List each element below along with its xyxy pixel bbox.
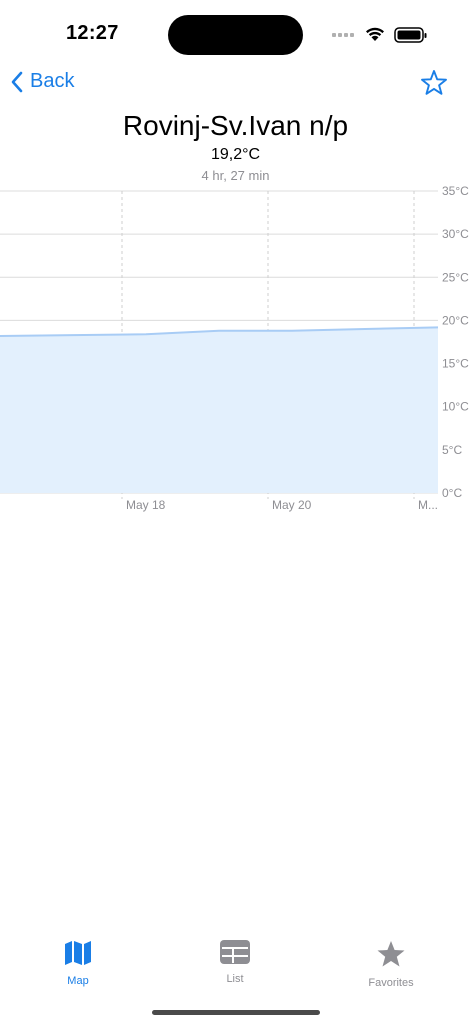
tab-map[interactable]: Map [28, 940, 128, 987]
y-tick-label: 10°C [442, 400, 469, 414]
map-icon [65, 941, 91, 965]
back-label: Back [30, 70, 75, 92]
y-tick-label: 0°C [442, 486, 462, 500]
tab-favorites-label: Favorites [368, 977, 414, 989]
chart-area-fill [0, 327, 438, 493]
y-tick-label: 5°C [442, 443, 462, 457]
list-icon [220, 940, 250, 964]
x-tick-label: M... [418, 498, 438, 512]
status-icons [332, 24, 432, 46]
back-button[interactable]: Back [10, 70, 74, 93]
x-tick-label: May 18 [126, 498, 166, 512]
tab-list-label: List [226, 973, 244, 985]
status-time: 12:27 [66, 22, 119, 44]
dynamic-island [168, 15, 303, 55]
station-title: Rovinj-Sv.Ivan n/p [122, 110, 349, 141]
tab-favorites[interactable]: Favorites [341, 940, 441, 989]
nav-bar: Back [0, 62, 471, 106]
y-tick-label: 30°C [442, 227, 469, 241]
temperature-chart-svg: 0°C 5°C 10°C 15°C 20°C 25°C 30°C 35°C May 18 May… [0, 184, 469, 512]
signal-icon [332, 33, 354, 37]
temperature-chart: 0°C 5°C 10°C 15°C 20°C 25°C 30°C 35°C May 18 May… [0, 180, 471, 520]
tab-bar: Map List Favorites [0, 930, 471, 1000]
x-tick-label: May 20 [272, 498, 312, 512]
y-tick-label: 25°C [442, 270, 469, 284]
wifi-icon [366, 27, 384, 41]
current-temperature: 19,2°C [210, 146, 261, 163]
y-tick-label: 15°C [442, 357, 469, 371]
tab-list[interactable]: List [185, 940, 285, 985]
battery-icon [394, 27, 427, 43]
star-outline-icon [421, 70, 447, 95]
favorite-button[interactable] [419, 68, 449, 103]
tab-map-label: Map [67, 975, 89, 987]
y-tick-label: 20°C [442, 313, 469, 327]
home-indicator [152, 1010, 320, 1015]
star-icon [377, 941, 405, 967]
chevron-left-icon [11, 71, 23, 92]
y-tick-label: 35°C [442, 184, 469, 198]
status-bar: 12:27 [0, 0, 471, 70]
